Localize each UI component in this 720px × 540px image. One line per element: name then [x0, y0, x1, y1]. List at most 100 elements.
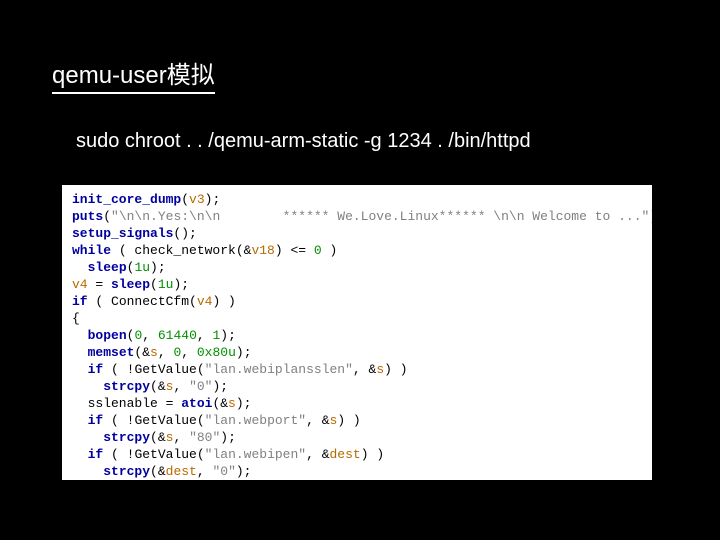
- code-token: 0: [314, 243, 322, 258]
- code-token: ) ): [361, 447, 384, 462]
- code-token: [72, 447, 88, 462]
- slide: qemu-user模拟 sudo chroot . . /qemu-arm-st…: [0, 0, 720, 540]
- code-token: while: [72, 243, 111, 258]
- code-token: puts: [72, 209, 103, 224]
- code-token: "\n\n.Yes:\n\n ****** We.Love.Linux*****…: [111, 209, 649, 224]
- code-token: sleep: [88, 260, 127, 275]
- code-token: GetValue: [134, 362, 196, 377]
- code-token: (: [181, 192, 189, 207]
- code-token: ( !: [103, 413, 134, 428]
- code-token: 1u: [158, 277, 174, 292]
- code-token: , &: [306, 447, 329, 462]
- code-token: (: [189, 294, 197, 309]
- code-token: {: [72, 311, 80, 326]
- code-token: init_core_dump: [72, 192, 181, 207]
- code-token: );: [236, 345, 252, 360]
- code-token: 61440: [158, 328, 197, 343]
- code-token: (&: [150, 464, 166, 479]
- code-token: ConnectCfm: [111, 294, 189, 309]
- code-token: s: [376, 362, 384, 377]
- code-token: sslenable =: [72, 396, 181, 411]
- code-token: ,: [197, 464, 213, 479]
- code-token: ();: [173, 226, 196, 241]
- code-token: [72, 430, 103, 445]
- code-token: sleep: [111, 277, 150, 292]
- code-token: bopen: [88, 328, 127, 343]
- code-token: memset: [88, 345, 135, 360]
- code-token: );: [150, 260, 166, 275]
- code-token: v18: [251, 243, 274, 258]
- code-token: (&: [150, 430, 166, 445]
- code-token: ( !: [103, 447, 134, 462]
- code-token: , &: [306, 413, 329, 428]
- code-token: ,: [173, 379, 189, 394]
- slide-title: qemu-user模拟: [52, 55, 215, 94]
- code-token: [72, 464, 103, 479]
- code-token: setup_signals: [72, 226, 173, 241]
- code-token: );: [205, 192, 221, 207]
- code-token: [72, 345, 88, 360]
- code-token: );: [220, 328, 236, 343]
- code-token: "lan.webiplansslen": [205, 362, 353, 377]
- code-token: =: [88, 277, 111, 292]
- code-token: (&: [150, 379, 166, 394]
- code-token: if: [88, 413, 104, 428]
- code-token: v3: [189, 192, 205, 207]
- code-token: ,: [197, 328, 213, 343]
- code-token: (: [88, 294, 111, 309]
- code-token: check_network: [134, 243, 235, 258]
- code-token: );: [236, 396, 252, 411]
- code-token: );: [236, 464, 252, 479]
- code-token: s: [228, 396, 236, 411]
- code-token: ) ): [384, 362, 407, 377]
- code-token: "lan.webport": [205, 413, 306, 428]
- code-token: );: [220, 430, 236, 445]
- code-listing: init_core_dump(v3); puts("\n\n.Yes:\n\n …: [62, 185, 652, 480]
- code-token: strcpy: [103, 430, 150, 445]
- code-token: ,: [142, 328, 158, 343]
- code-token: , &: [353, 362, 376, 377]
- code-token: (: [111, 243, 134, 258]
- code-token: strcpy: [103, 379, 150, 394]
- code-token: [72, 379, 103, 394]
- code-token: "0": [212, 464, 235, 479]
- code-token: "lan.webipen": [205, 447, 306, 462]
- code-token: );: [212, 379, 228, 394]
- code-token: v4: [197, 294, 213, 309]
- code-token: );: [173, 277, 189, 292]
- code-token: ,: [158, 345, 174, 360]
- code-token: );: [649, 209, 652, 224]
- code-token: ) <=: [275, 243, 314, 258]
- code-token: s: [150, 345, 158, 360]
- code-token: dest: [166, 464, 197, 479]
- code-token: ) ): [337, 413, 360, 428]
- code-token: ( !: [103, 362, 134, 377]
- code-token: [72, 413, 88, 428]
- code-token: 1u: [134, 260, 150, 275]
- code-token: (&: [134, 345, 150, 360]
- code-token: (: [150, 277, 158, 292]
- code-token: if: [88, 447, 104, 462]
- code-token: ) ): [212, 294, 235, 309]
- code-token: [72, 260, 88, 275]
- code-token: dest: [330, 447, 361, 462]
- code-token: [72, 362, 88, 377]
- code-token: (&: [212, 396, 228, 411]
- code-token: ,: [181, 345, 197, 360]
- code-token: 0x80u: [197, 345, 236, 360]
- code-token: if: [72, 294, 88, 309]
- code-token: ,: [173, 430, 189, 445]
- code-token: (&: [236, 243, 252, 258]
- code-token: if: [88, 362, 104, 377]
- code-token: ): [322, 243, 338, 258]
- command-line: sudo chroot . . /qemu-arm-static -g 1234…: [76, 130, 531, 153]
- code-token: (: [197, 447, 205, 462]
- code-token: (: [103, 209, 111, 224]
- code-token: "0": [189, 379, 212, 394]
- code-token: (: [197, 413, 205, 428]
- code-token: [72, 328, 88, 343]
- code-token: "80": [189, 430, 220, 445]
- code-token: (: [197, 362, 205, 377]
- code-token: GetValue: [134, 447, 196, 462]
- code-token: strcpy: [103, 464, 150, 479]
